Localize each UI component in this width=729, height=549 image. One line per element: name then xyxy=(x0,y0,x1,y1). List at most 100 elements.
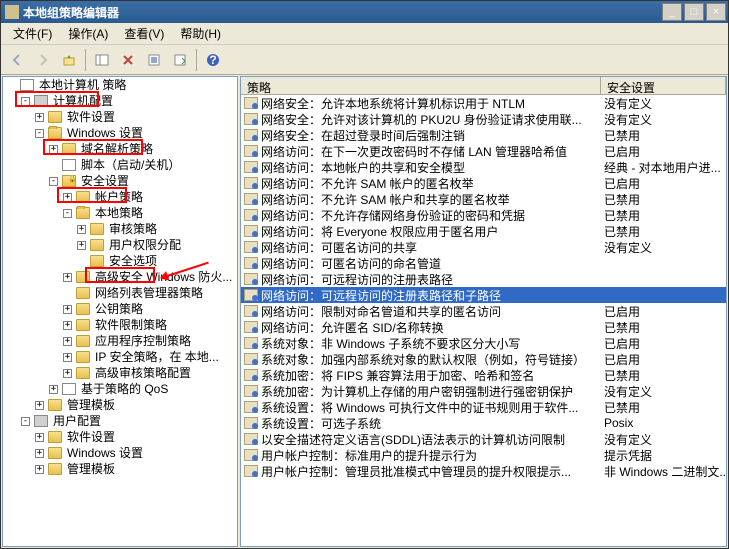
policy-row[interactable]: 网络访问：可匿名访问的命名管道 xyxy=(241,255,726,271)
tree-node-qos[interactable]: +基于策略的 QoS xyxy=(3,381,237,397)
tree-node-user_rights[interactable]: + 用户权限分配 xyxy=(3,237,237,253)
tree-label[interactable]: 管理模板 xyxy=(65,461,117,477)
tree-label[interactable]: 高级审核策略配置 xyxy=(93,365,193,381)
tree-label[interactable]: 基于策略的 QoS xyxy=(79,381,170,397)
tree-node-audit_policy[interactable]: + 审核策略 xyxy=(3,221,237,237)
expander-icon[interactable]: + xyxy=(63,337,72,346)
tree-node-app_control[interactable]: + 应用程序控制策略 xyxy=(3,333,237,349)
policy-row[interactable]: 网络安全：在超过登录时间后强制注销已禁用 xyxy=(241,127,726,143)
tree-node-admin_templates1[interactable]: + 管理模板 xyxy=(3,397,237,413)
refresh-button[interactable] xyxy=(142,48,166,72)
expander-icon[interactable]: + xyxy=(63,305,72,314)
menu-view[interactable]: 查看(V) xyxy=(116,23,172,44)
tree-label[interactable]: 本地策略 xyxy=(93,205,145,221)
policy-row[interactable]: 以安全描述符定义语言(SDDL)语法表示的计算机访问限制没有定义 xyxy=(241,431,726,447)
tree-node-network_list[interactable]: 网络列表管理器策略 xyxy=(3,285,237,301)
tree-label[interactable]: 软件限制策略 xyxy=(93,317,169,333)
minimize-button[interactable]: _ xyxy=(662,3,682,21)
tree-node-name_resolution[interactable]: + 域名解析策略 xyxy=(3,141,237,157)
policy-row[interactable]: 网络访问：本地帐户的共享和安全模型经典 - 对本地用户进... xyxy=(241,159,726,175)
tree-node-windows_settings[interactable]: - Windows 设置 xyxy=(3,125,237,141)
policy-row[interactable]: 网络访问：允许匿名 SID/名称转换已禁用 xyxy=(241,319,726,335)
up-button[interactable] xyxy=(57,48,81,72)
export-button[interactable] xyxy=(168,48,192,72)
expander-icon[interactable]: + xyxy=(35,433,44,442)
policy-row[interactable]: 网络访问：可远程访问的注册表路径 xyxy=(241,271,726,287)
policy-row[interactable]: 用户帐户控制：管理员批准模式中管理员的提升权限提示...非 Windows 二进… xyxy=(241,463,726,479)
policy-row[interactable]: 系统对象：非 Windows 子系统不要求区分大小写已启用 xyxy=(241,335,726,351)
policy-row[interactable]: 网络访问：将 Everyone 权限应用于匿名用户已禁用 xyxy=(241,223,726,239)
tree-label[interactable]: 安全选项 xyxy=(107,253,159,269)
policy-row[interactable]: 系统设置：可选子系统Posix xyxy=(241,415,726,431)
expander-icon[interactable]: + xyxy=(35,113,44,122)
expander-icon[interactable]: + xyxy=(63,321,72,330)
tree-label[interactable]: 网络列表管理器策略 xyxy=(93,285,205,301)
show-button[interactable] xyxy=(90,48,114,72)
tree-node-account_policies[interactable]: + 帐户策略 xyxy=(3,189,237,205)
tree-node-software_restrict[interactable]: + 软件限制策略 xyxy=(3,317,237,333)
tree-node-public_key[interactable]: + 公钥策略 xyxy=(3,301,237,317)
tree-node-security_options[interactable]: 安全选项 xyxy=(3,253,237,269)
list-body[interactable]: 网络安全：允许本地系统将计算机标识用于 NTLM没有定义网络安全：允许对该计算机… xyxy=(241,95,726,546)
expander-icon[interactable]: + xyxy=(63,193,72,202)
tree-pane[interactable]: 本地计算机 策略-计算机配置+软件设置-Windows 设置+域名解析策略脚本（… xyxy=(2,76,238,547)
tree-node-root[interactable]: 本地计算机 策略 xyxy=(3,77,237,93)
expander-icon[interactable]: + xyxy=(35,465,44,474)
expander-icon[interactable]: + xyxy=(35,449,44,458)
policy-row[interactable]: 网络访问：不允许 SAM 帐户和共享的匿名枚举已禁用 xyxy=(241,191,726,207)
column-setting[interactable]: 安全设置 xyxy=(601,77,726,94)
policy-row[interactable]: 网络安全：允许对该计算机的 PKU2U 身份验证请求使用联...没有定义 xyxy=(241,111,726,127)
tree-node-computer_config[interactable]: - 计算机配置 xyxy=(3,93,237,109)
menu-action[interactable]: 操作(A) xyxy=(60,23,116,44)
column-policy[interactable]: 策略 xyxy=(241,77,601,94)
tree-node-user_config[interactable]: - 用户配置 xyxy=(3,413,237,429)
delete-button[interactable] xyxy=(116,48,140,72)
expander-icon[interactable]: + xyxy=(77,225,86,234)
tree-label[interactable]: Windows 设置 xyxy=(65,445,145,461)
expander-icon[interactable]: + xyxy=(77,241,86,250)
tree-label[interactable]: 用户配置 xyxy=(51,413,103,429)
tree-label[interactable]: 帐户策略 xyxy=(93,189,145,205)
tree-node-software_settings2[interactable]: +软件设置 xyxy=(3,429,237,445)
expander-icon[interactable]: + xyxy=(35,401,44,410)
policy-row[interactable]: 系统对象：加强内部系统对象的默认权限（例如，符号链接）已启用 xyxy=(241,351,726,367)
tree-label[interactable]: 应用程序控制策略 xyxy=(93,333,193,349)
close-button[interactable]: × xyxy=(706,3,726,21)
tree-label[interactable]: 域名解析策略 xyxy=(79,141,155,157)
tree-node-adv_firewall[interactable]: +高级安全 Windows 防火... xyxy=(3,269,237,285)
expander-icon[interactable]: - xyxy=(21,417,30,426)
tree-node-software_settings1[interactable]: +软件设置 xyxy=(3,109,237,125)
tree-label[interactable]: 审核策略 xyxy=(107,221,159,237)
policy-row[interactable]: 用户帐户控制：标准用户的提升提示行为提示凭据 xyxy=(241,447,726,463)
tree-node-windows_settings2[interactable]: + Windows 设置 xyxy=(3,445,237,461)
help-button[interactable]: ? xyxy=(201,48,225,72)
policy-row[interactable]: 系统加密：将 FIPS 兼容算法用于加密、哈希和签名已禁用 xyxy=(241,367,726,383)
policy-row[interactable]: 系统设置：将 Windows 可执行文件中的证书规则用于软件...已禁用 xyxy=(241,399,726,415)
tree-label[interactable]: 脚本（启动/关机） xyxy=(79,157,182,173)
back-button[interactable] xyxy=(5,48,29,72)
expander-icon[interactable]: - xyxy=(21,97,30,106)
policy-row[interactable]: 网络安全：允许本地系统将计算机标识用于 NTLM没有定义 xyxy=(241,95,726,111)
tree-node-scripts[interactable]: 脚本（启动/关机） xyxy=(3,157,237,173)
tree-node-adv_audit[interactable]: + 高级审核策略配置 xyxy=(3,365,237,381)
tree-label[interactable]: 管理模板 xyxy=(65,397,117,413)
policy-row[interactable]: 网络访问：可远程访问的注册表路径和子路径 xyxy=(241,287,726,303)
tree-label[interactable]: 计算机配置 xyxy=(51,93,115,109)
tree-label[interactable]: 本地计算机 策略 xyxy=(37,77,128,93)
forward-button[interactable] xyxy=(31,48,55,72)
tree-label[interactable]: 用户权限分配 xyxy=(107,237,183,253)
tree-node-security_settings[interactable]: -安全设置 xyxy=(3,173,237,189)
tree-label[interactable]: Windows 设置 xyxy=(65,125,145,141)
tree-label[interactable]: IP 安全策略，在 本地... xyxy=(93,349,221,365)
expander-icon[interactable]: - xyxy=(63,209,72,218)
tree-label[interactable]: 公钥策略 xyxy=(93,301,145,317)
policy-row[interactable]: 网络访问：在下一次更改密码时不存储 LAN 管理器哈希值已启用 xyxy=(241,143,726,159)
expander-icon[interactable]: - xyxy=(35,129,44,138)
policy-row[interactable]: 网络访问：不允许存储网络身份验证的密码和凭据已禁用 xyxy=(241,207,726,223)
expander-icon[interactable]: + xyxy=(49,145,58,154)
expander-icon[interactable]: + xyxy=(63,369,72,378)
tree-node-ip_security[interactable]: +IP 安全策略，在 本地... xyxy=(3,349,237,365)
policy-row[interactable]: 网络访问：可匿名访问的共享没有定义 xyxy=(241,239,726,255)
menu-help[interactable]: 帮助(H) xyxy=(172,23,229,44)
tree-label[interactable]: 安全设置 xyxy=(79,173,131,189)
